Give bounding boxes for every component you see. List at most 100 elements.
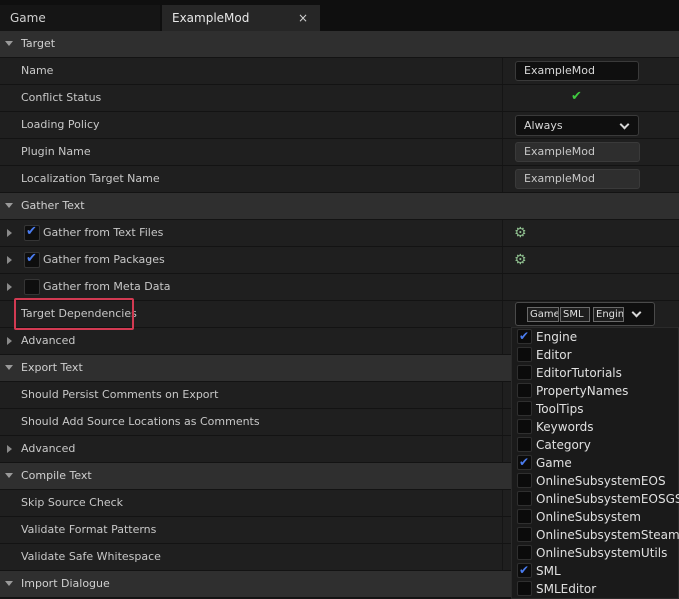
option-checkbox[interactable] (517, 527, 532, 542)
collapse-arrow-icon[interactable] (5, 473, 13, 478)
column-divider (502, 409, 503, 435)
status-ok-icon: ✔ (571, 89, 582, 104)
collapse-arrow-icon[interactable] (5, 41, 13, 46)
property-row[interactable]: Name ExampleMod (0, 58, 679, 85)
column-divider (502, 301, 503, 327)
gear-icon[interactable]: ⚙ (514, 252, 527, 268)
property-row[interactable]: Plugin Name ExampleMod (0, 139, 679, 166)
option-checkbox[interactable] (517, 419, 532, 434)
option-label: Category (536, 438, 591, 452)
dependency-option[interactable]: OnlineSubsystemSteam (512, 526, 679, 544)
column-divider (502, 382, 503, 408)
option-label: Game (536, 456, 572, 470)
dependencies-dropdown: ✔ Engine Editor EditorTutorials PropertyName… (511, 327, 679, 599)
row-label: Localization Target Name (21, 172, 160, 185)
collapse-arrow-icon[interactable] (5, 581, 13, 586)
expand-arrow-icon[interactable] (7, 256, 12, 264)
dependency-option[interactable]: ✔ SML (512, 562, 679, 580)
dependency-option[interactable]: PropertyNames (512, 382, 679, 400)
option-checkbox[interactable]: ✔ (517, 563, 532, 578)
option-checkbox[interactable] (517, 473, 532, 488)
dependency-option[interactable]: ✔ Game (512, 454, 679, 472)
dependency-option[interactable]: ToolTips (512, 400, 679, 418)
row-label: Gather from Text Files (43, 226, 164, 239)
column-divider (502, 85, 503, 111)
tab-examplemod[interactable]: ExampleMod × (162, 5, 320, 31)
dependency-option[interactable]: OnlineSubsystemUtils (512, 544, 679, 562)
option-checkbox[interactable] (517, 383, 532, 398)
expand-arrow-icon[interactable] (7, 229, 12, 237)
row-label: Advanced (21, 334, 76, 347)
text-field[interactable]: ExampleMod (515, 61, 639, 81)
option-checkbox[interactable] (517, 491, 532, 506)
row-checkbox[interactable]: ✔ (24, 251, 40, 268)
property-row[interactable]: Gather from Meta Data (0, 274, 679, 301)
column-divider (502, 166, 503, 192)
column-divider (502, 247, 503, 273)
dependency-option[interactable]: Category (512, 436, 679, 454)
row-label: Compile Text (21, 469, 92, 482)
expand-arrow-icon[interactable] (7, 283, 12, 291)
option-checkbox[interactable] (517, 509, 532, 524)
property-row[interactable]: ✔ Gather from Packages ⚙ (0, 247, 679, 274)
row-label: Export Text (21, 361, 83, 374)
collapse-arrow-icon[interactable] (5, 203, 13, 208)
row-label: Skip Source Check (21, 496, 124, 509)
target-dependencies-combo[interactable]: Game SML Engine (515, 302, 655, 326)
column-divider (502, 220, 503, 246)
dependency-option[interactable]: EditorTutorials (512, 364, 679, 382)
dependency-option[interactable]: ✔ Engine (512, 328, 679, 346)
option-checkbox[interactable] (517, 401, 532, 416)
property-row[interactable]: ✔ Gather from Text Files ⚙ (0, 220, 679, 247)
option-checkbox[interactable]: ✔ (517, 455, 532, 470)
dependency-option[interactable]: OnlineSubsystemEOSGS (512, 490, 679, 508)
dependency-chip: SML (560, 307, 590, 322)
gear-icon[interactable]: ⚙ (514, 225, 527, 241)
column-divider (502, 436, 503, 462)
tab-game[interactable]: Game (0, 5, 160, 31)
option-checkbox[interactable] (517, 581, 532, 596)
row-checkbox[interactable] (24, 279, 40, 295)
row-checkbox[interactable]: ✔ (24, 224, 40, 241)
dependency-option[interactable]: OnlineSubsystemEOS (512, 472, 679, 490)
option-checkbox[interactable]: ✔ (517, 329, 532, 344)
option-checkbox[interactable] (517, 347, 532, 362)
checkmark-icon: ✔ (519, 455, 530, 469)
property-row[interactable]: Loading Policy Always (0, 112, 679, 139)
row-label: Gather from Meta Data (43, 280, 171, 293)
dependency-option[interactable]: SMLEditor (512, 580, 679, 598)
readonly-field[interactable]: ExampleMod (515, 142, 640, 162)
option-checkbox[interactable] (517, 545, 532, 560)
close-icon[interactable]: × (298, 5, 308, 31)
row-label: Validate Safe Whitespace (21, 550, 161, 563)
option-checkbox[interactable] (517, 437, 532, 452)
option-label: OnlineSubsystemEOS (536, 474, 666, 488)
expand-arrow-icon[interactable] (7, 445, 12, 453)
checkmark-icon: ✔ (26, 224, 37, 239)
row-label: Name (21, 64, 54, 77)
row-label: Plugin Name (21, 145, 91, 158)
row-label: Gather Text (21, 199, 85, 212)
column-divider (502, 544, 503, 570)
option-label: SML (536, 564, 561, 578)
option-checkbox[interactable] (517, 365, 532, 380)
collapse-arrow-icon[interactable] (5, 365, 13, 370)
property-row[interactable]: Conflict Status ✔ (0, 85, 679, 112)
option-label: OnlineSubsystemEOSGS (536, 492, 679, 506)
category-row[interactable]: Gather Text (0, 193, 679, 220)
dependency-option[interactable]: Keywords (512, 418, 679, 436)
column-divider (502, 139, 503, 165)
row-label: Target (21, 37, 56, 50)
column-divider (502, 490, 503, 516)
readonly-field[interactable]: ExampleMod (515, 169, 640, 189)
expand-arrow-icon[interactable] (7, 337, 12, 345)
dependency-option[interactable]: OnlineSubsystem (512, 508, 679, 526)
category-row[interactable]: Target (0, 31, 679, 58)
dependency-chip: Engine (593, 307, 624, 322)
highlight-box (14, 298, 134, 330)
row-label: Should Persist Comments on Export (21, 388, 219, 401)
dependency-option[interactable]: Editor (512, 346, 679, 364)
property-row[interactable]: Localization Target Name ExampleMod (0, 166, 679, 193)
row-label: Gather from Packages (43, 253, 165, 266)
loading-policy-combo[interactable]: Always (515, 115, 639, 136)
